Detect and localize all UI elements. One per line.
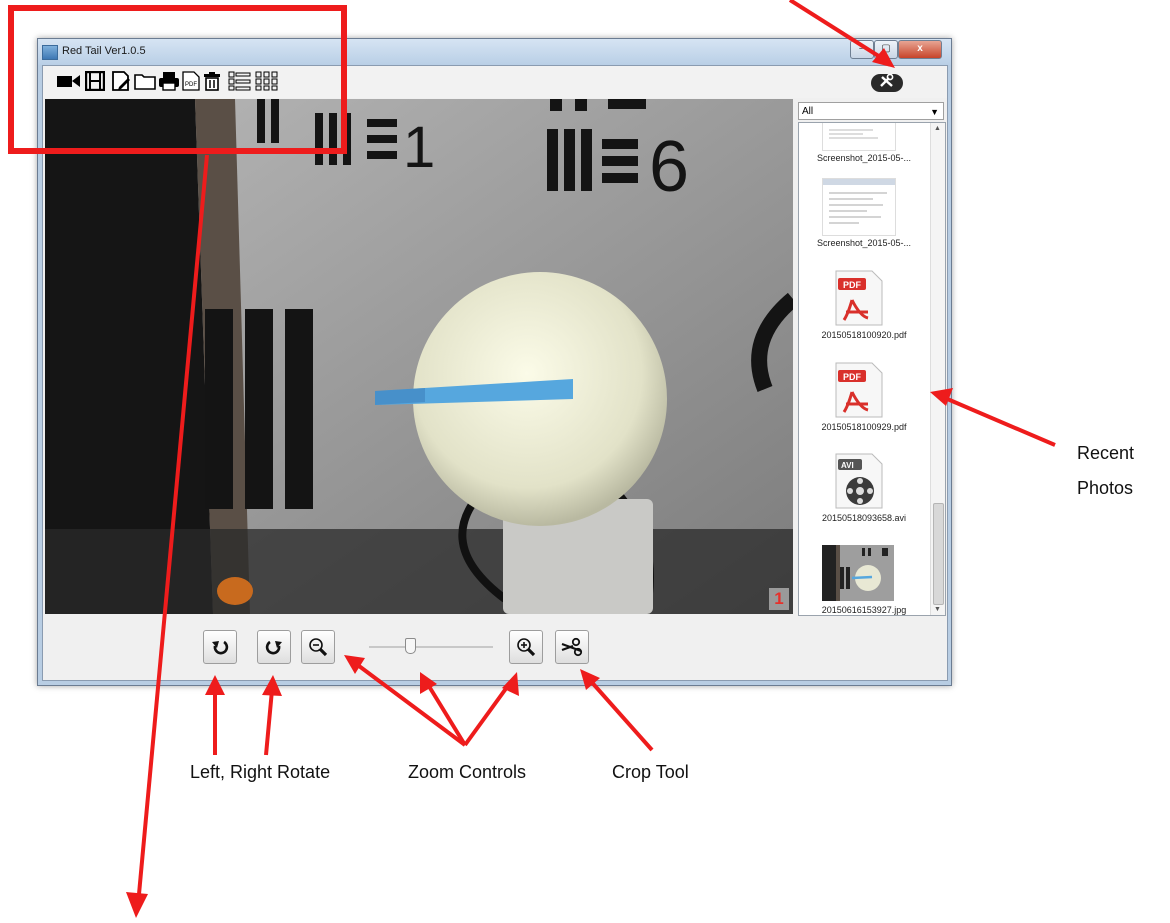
- client-area: PDF 1 6 1 All ▼ Screenshot_2015-05-... S…: [42, 65, 948, 681]
- frame-number-badge: 1: [769, 588, 789, 610]
- crop-arrow: [586, 676, 654, 752]
- file-filter-value: All: [802, 106, 814, 117]
- file-filter-select[interactable]: All ▼: [798, 102, 944, 120]
- toolbar: PDF: [43, 66, 947, 98]
- recent-label: Recent: [1077, 443, 1135, 463]
- zoom-in-button[interactable]: [509, 630, 543, 664]
- file-name: Screenshot_2015-05-...: [816, 238, 912, 248]
- rotate-right-icon: [265, 640, 282, 655]
- file-name: Screenshot_2015-05-...: [816, 153, 912, 163]
- thumbnail-scrollbar[interactable]: ▲ ▼: [930, 123, 945, 615]
- zoom-out-icon: [309, 638, 328, 657]
- rotate-left-icon: [212, 640, 229, 655]
- crop-button[interactable]: [555, 630, 589, 664]
- list-view-icon[interactable]: [228, 71, 252, 91]
- video-camera-icon[interactable]: [57, 71, 81, 91]
- minimize-button[interactable]: –: [850, 40, 874, 59]
- photos-label: Photos: [1077, 478, 1134, 498]
- title-bar: Red Tail Ver1.0.5 – ▢ x: [38, 39, 951, 65]
- scroll-up-icon[interactable]: ▲: [934, 125, 941, 132]
- screenshot-thumbnail: [822, 123, 896, 151]
- zoom-slider-handle[interactable]: [404, 638, 416, 654]
- pdf-icon[interactable]: PDF: [181, 71, 201, 91]
- chevron-down-icon: ▼: [930, 107, 939, 117]
- file-name: 20150518093658.avi: [821, 513, 907, 523]
- scissors-icon: [561, 637, 583, 657]
- zoom-in-icon: [517, 638, 536, 657]
- print-icon[interactable]: [158, 71, 180, 91]
- rotate-right-button[interactable]: [257, 630, 291, 664]
- chart-number-6: 6: [649, 127, 689, 207]
- maximize-button[interactable]: ▢: [874, 40, 898, 59]
- film-icon[interactable]: [85, 71, 105, 91]
- rotate-label: Left, Right Rotate: [190, 762, 331, 782]
- crop-label: Crop Tool: [612, 762, 689, 782]
- trash-icon[interactable]: [202, 71, 222, 91]
- recent-photos-arrow: [944, 396, 1056, 447]
- thumbnail-list: Screenshot_2015-05-... Screenshot_2015-0…: [799, 123, 929, 617]
- app-window: Red Tail Ver1.0.5 – ▢ x PDF 1 6 1 All ▼ …: [37, 38, 952, 686]
- zoom-in-arrow: [463, 681, 512, 747]
- chart-number-1: 1: [403, 115, 435, 180]
- screenshot-thumbnail: [822, 178, 896, 236]
- pdf-file-icon: PDF: [822, 362, 894, 418]
- grid-view-icon[interactable]: [255, 71, 279, 91]
- file-name: 20150518100920.pdf: [821, 330, 907, 340]
- preview-image: 1 6: [45, 99, 793, 614]
- edit-document-icon[interactable]: [111, 71, 131, 91]
- zoom-out-button[interactable]: [301, 630, 335, 664]
- camera-preview[interactable]: 1 6 1: [45, 99, 793, 614]
- pdf-label: PDF: [185, 82, 197, 88]
- scrollbar-thumb[interactable]: [933, 503, 944, 605]
- recent-files-panel: Screenshot_2015-05-... Screenshot_2015-0…: [798, 122, 946, 616]
- pdf-badge: PDF: [843, 372, 862, 382]
- pdf-file-icon: PDF: [822, 270, 894, 326]
- list-item[interactable]: 20150616153927.jpg: [799, 545, 929, 617]
- scroll-down-icon[interactable]: ▼: [934, 606, 941, 613]
- list-item[interactable]: Screenshot_2015-05-...: [799, 178, 929, 268]
- zoom-slider[interactable]: [369, 646, 493, 648]
- tools-icon[interactable]: [871, 73, 903, 92]
- photo-thumbnail: [822, 545, 894, 601]
- window-title: Red Tail Ver1.0.5: [62, 45, 146, 57]
- list-item[interactable]: Screenshot_2015-05-...: [799, 123, 929, 183]
- file-name: 20150518100929.pdf: [821, 422, 907, 432]
- close-button[interactable]: x: [898, 40, 942, 59]
- pdf-badge: PDF: [843, 280, 862, 290]
- folder-icon[interactable]: [134, 71, 156, 91]
- rotate-right-arrow: [264, 689, 274, 756]
- zoom-slider-arrow: [425, 681, 467, 747]
- avi-file-icon: AVI: [822, 453, 894, 509]
- avi-badge: AVI: [841, 461, 854, 470]
- list-item[interactable]: AVI 20150518093658.avi: [799, 453, 929, 543]
- list-item[interactable]: PDF 20150518100929.pdf: [799, 362, 929, 452]
- list-item[interactable]: PDF 20150518100920.pdf: [799, 270, 929, 360]
- rotate-left-button[interactable]: [203, 630, 237, 664]
- image-controls: [43, 614, 947, 680]
- app-icon: [42, 45, 58, 60]
- zoom-label: Zoom Controls: [408, 762, 527, 782]
